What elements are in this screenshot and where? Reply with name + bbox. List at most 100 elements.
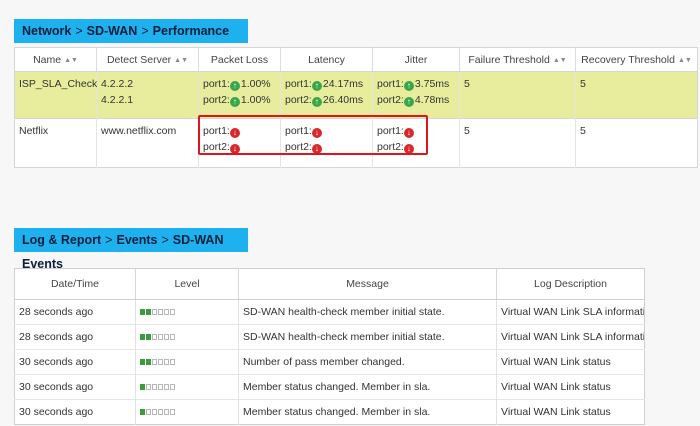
sla-breadcrumb: Network>SD-WAN>Performance SLA — [14, 19, 248, 62]
level-square-empty — [158, 384, 163, 391]
level-square-empty — [164, 359, 169, 366]
sort-arrows-icon: ▲▼ — [677, 56, 692, 64]
column-header-jitter[interactable]: Jitter — [372, 47, 460, 72]
recovery-threshold-cell: 5 — [575, 118, 698, 168]
detect-server: www.netflix.com — [101, 125, 177, 137]
port-label: port1: — [203, 78, 230, 90]
jitter-value: 3.75ms — [414, 78, 450, 90]
sort-arrows-icon: ▲▼ — [552, 56, 567, 64]
level-square-empty — [158, 309, 163, 316]
event-description: Virtual WAN Link status — [496, 349, 645, 375]
breadcrumb-sd-wan[interactable]: SD-WAN — [87, 24, 138, 38]
breadcrumb-network[interactable]: Network — [22, 24, 71, 38]
event-message: SD-WAN health-check member initial state… — [238, 324, 497, 350]
level-square-filled — [140, 359, 145, 366]
event-time: 30 seconds ago — [14, 349, 136, 375]
table-row[interactable]: 28 seconds ago SD-WAN health-check membe… — [14, 299, 645, 325]
port-label: port2: — [285, 94, 312, 106]
sla-row-isp-sla-check[interactable]: ISP_SLA_Check 4.2.2.2 4.2.2.1 port1: ↑ 1.0… — [14, 71, 698, 119]
latency-value: 26.40ms — [322, 94, 364, 106]
level-square-empty — [170, 334, 175, 341]
level-square-filled — [140, 334, 145, 341]
latency-value: 24.17ms — [322, 78, 364, 90]
arrow-up-circle-icon: ↑ — [229, 81, 240, 91]
level-square-empty — [170, 384, 175, 391]
level-square-empty — [164, 309, 169, 316]
port-label: port2: — [377, 94, 404, 106]
table-row[interactable]: 30 seconds ago Member status changed. Me… — [14, 374, 645, 400]
arrow-up-circle-icon: ↑ — [229, 97, 240, 107]
breadcrumb-events[interactable]: Events — [116, 233, 157, 247]
packet-loss-cell: port1: ↑ 1.00% port2: ↑ 1.00% — [198, 71, 281, 119]
column-header-recovery-threshold[interactable]: Recovery Threshold ▲▼ — [575, 47, 698, 72]
packet-loss-value: 1.00% — [240, 94, 271, 106]
sd-wan-events-table: Date/Time Level Message Log Description … — [14, 268, 645, 425]
level-square-empty — [152, 409, 157, 416]
column-header-latency[interactable]: Latency — [280, 47, 373, 72]
events-header-row: Date/Time Level Message Log Description — [14, 268, 645, 300]
level-square-empty — [152, 334, 157, 341]
level-square-empty — [170, 359, 175, 366]
detect-server: 4.2.2.1 — [101, 94, 134, 106]
level-indicator — [140, 309, 175, 316]
table-row[interactable]: 30 seconds ago Number of pass member cha… — [14, 349, 645, 375]
column-header-date-time[interactable]: Date/Time — [14, 268, 136, 300]
recovery-threshold-cell: 5 — [575, 71, 698, 119]
sla-header-row: Name ▲▼ Detect Server ▲▼ Packet Loss Laten… — [14, 47, 698, 72]
column-header-detect-server[interactable]: Detect Server ▲▼ — [96, 47, 199, 72]
column-header-level[interactable]: Level — [135, 268, 239, 300]
table-row[interactable]: 30 seconds ago Member status changed. Me… — [14, 399, 645, 425]
netflix-status-highlight-box — [198, 115, 428, 155]
event-description: Virtual WAN Link SLA information — [496, 324, 645, 350]
level-square-empty — [152, 384, 157, 391]
event-time: 30 seconds ago — [14, 374, 136, 400]
port-label: port2: — [203, 94, 230, 106]
level-square-empty — [146, 384, 151, 391]
level-square-empty — [170, 409, 175, 416]
level-indicator — [140, 334, 175, 341]
port-label: port1: — [377, 78, 404, 90]
event-description: Virtual WAN Link SLA information — [496, 299, 645, 325]
events-body: 28 seconds ago SD-WAN health-check membe… — [14, 299, 645, 425]
level-square-empty — [152, 309, 157, 316]
table-row[interactable]: 28 seconds ago SD-WAN health-check membe… — [14, 324, 645, 350]
column-header-log-description[interactable]: Log Description — [496, 268, 645, 300]
arrow-up-circle-icon: ↑ — [311, 97, 322, 107]
event-description: Virtual WAN Link status — [496, 374, 645, 400]
failure-threshold-cell: 5 — [459, 118, 576, 168]
level-indicator — [140, 409, 175, 416]
level-square-filled — [146, 309, 151, 316]
event-time: 28 seconds ago — [14, 299, 136, 325]
level-square-empty — [152, 359, 157, 366]
column-header-failure-threshold[interactable]: Failure Threshold ▲▼ — [459, 47, 576, 72]
port-label: port1: — [285, 78, 312, 90]
level-square-empty — [158, 359, 163, 366]
detect-server-cell: www.netflix.com — [96, 118, 199, 168]
event-description: Virtual WAN Link status — [496, 399, 645, 425]
breadcrumb-log-report[interactable]: Log & Report — [22, 233, 101, 247]
sort-arrows-icon: ▲▼ — [64, 56, 78, 64]
level-square-empty — [164, 409, 169, 416]
level-square-empty — [158, 409, 163, 416]
level-square-empty — [170, 309, 175, 316]
latency-cell: port1: ↑ 24.17ms port2: ↑ 26.40ms — [280, 71, 373, 119]
level-square-filled — [140, 409, 145, 416]
jitter-cell: port1: ↑ 3.75ms port2: ↑ 4.78ms — [372, 71, 460, 119]
event-message: Member status changed. Member in sla. — [238, 374, 497, 400]
arrow-up-circle-icon: ↑ — [311, 81, 322, 91]
arrow-up-circle-icon: ↑ — [403, 97, 414, 107]
event-level — [135, 374, 239, 400]
event-level — [135, 399, 239, 425]
failure-threshold-cell: 5 — [459, 71, 576, 119]
level-square-filled — [140, 384, 145, 391]
detect-server: 4.2.2.2 — [101, 78, 134, 90]
events-breadcrumb: Log & Report > Events > SD-WAN Events — [14, 228, 248, 271]
column-header-message[interactable]: Message — [238, 268, 497, 300]
level-square-empty — [146, 409, 151, 416]
event-time: 28 seconds ago — [14, 324, 136, 350]
level-square-filled — [140, 309, 145, 316]
jitter-value: 4.78ms — [414, 94, 450, 106]
column-header-name[interactable]: Name ▲▼ — [14, 47, 97, 72]
column-header-packet-loss[interactable]: Packet Loss — [198, 47, 281, 72]
level-indicator — [140, 384, 175, 391]
